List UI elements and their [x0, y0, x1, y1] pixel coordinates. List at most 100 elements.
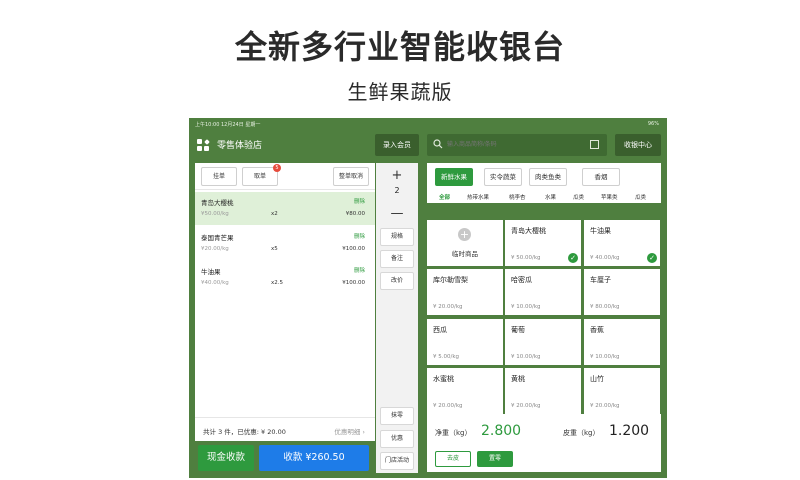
net-weight-value: 2.800: [481, 423, 522, 439]
checkout-button[interactable]: 收款 ¥260.50: [259, 445, 369, 471]
product-search[interactable]: [427, 134, 607, 156]
zero-scale-button[interactable]: 置零: [477, 451, 513, 467]
product-tile[interactable]: 车厘子 ¥ 80.00/kg: [584, 269, 660, 315]
product-name: 车厘子: [590, 276, 611, 284]
delete-item-link[interactable]: 删除: [354, 197, 365, 205]
product-price: ¥ 10.00/kg: [511, 304, 541, 310]
product-name: 库尔勒雪梨: [433, 276, 468, 284]
qty-increase-button[interactable]: +: [376, 167, 418, 185]
product-name: 水蜜桃: [433, 375, 454, 383]
product-tile[interactable]: 葡萄 ¥ 10.00/kg: [505, 319, 581, 365]
retrieve-label: 取单: [253, 173, 266, 180]
store-name: 零售体验店: [217, 141, 263, 151]
add-icon: +: [458, 228, 471, 241]
subtab-fruit[interactable]: 水果: [545, 193, 556, 201]
product-name: 哈密瓜: [511, 276, 532, 284]
product-name: 青岛大樱桃: [511, 227, 546, 235]
product-name: 山竹: [590, 375, 604, 383]
promo-subtitle: 生鲜果蔬版: [347, 80, 453, 104]
store-promo-button[interactable]: 门店活动: [380, 452, 414, 470]
scan-icon[interactable]: [590, 140, 599, 149]
product-name: 香蕉: [590, 326, 604, 334]
product-tile[interactable]: 青岛大樱桃 ¥ 50.00/kg ✓: [505, 220, 581, 266]
product-tile[interactable]: 山竹 ¥ 20.00/kg: [584, 368, 660, 414]
battery-indicator: 96%: [647, 121, 659, 127]
order-item[interactable]: 泰国青芒果 删除 ¥20.00/kg x5 ¥100.00: [195, 227, 375, 260]
status-bar: 上午10:00 12月24日 星期一 96%: [189, 118, 667, 130]
status-time: 上午10:00 12月24日 星期一: [195, 122, 261, 128]
cash-payment-button[interactable]: 现金收款: [198, 445, 254, 471]
product-tile[interactable]: 库尔勒雪梨 ¥ 20.00/kg: [427, 269, 503, 315]
order-item-qty: x2: [271, 211, 278, 217]
order-item-subtotal: ¥100.00: [342, 280, 365, 286]
search-input[interactable]: [447, 134, 587, 156]
round-off-button[interactable]: 抹零: [380, 407, 414, 425]
subtab-stone-fruit[interactable]: 桃李杏: [509, 193, 526, 201]
note-button[interactable]: 备注: [380, 250, 414, 268]
order-item-name: 牛油果: [201, 268, 221, 276]
product-price: ¥ 10.00/kg: [511, 354, 541, 360]
tab-vegetables[interactable]: 实令蔬菜: [484, 168, 522, 186]
order-panel: 挂单 取单 5 整单取消 青岛大樱桃 删除 ¥50.00/kg x2 ¥80.0…: [195, 163, 375, 417]
hold-order-button[interactable]: 挂单: [201, 167, 237, 186]
search-icon: [433, 139, 443, 149]
remove-tare-button[interactable]: 去皮: [435, 451, 471, 467]
order-item-name: 青岛大樱桃: [201, 199, 234, 207]
category-panel: 新鲜水果 实令蔬菜 肉类鱼类 香烟 全部 热带水果 桃李杏 水果 瓜类 苹果类 …: [427, 163, 661, 203]
subtab-tropical[interactable]: 热带水果: [467, 193, 489, 201]
tare-weight-label: 皮重（kg）: [563, 429, 600, 437]
spec-button[interactable]: 规格: [380, 228, 414, 246]
order-item-unit-price: ¥50.00/kg: [201, 211, 229, 217]
delete-item-link[interactable]: 删除: [354, 266, 365, 274]
tare-weight-value: 1.200: [609, 423, 650, 439]
product-name: 牛油果: [590, 227, 611, 235]
product-name: 葡萄: [511, 326, 525, 334]
delete-item-link[interactable]: 删除: [354, 232, 365, 240]
change-price-button[interactable]: 改价: [380, 272, 414, 290]
discount-button[interactable]: 优惠: [380, 430, 414, 448]
tab-fresh-fruit[interactable]: 新鲜水果: [435, 168, 473, 186]
product-tile[interactable]: 水蜜桃 ¥ 20.00/kg: [427, 368, 503, 414]
order-item-qty: x2.5: [271, 280, 284, 286]
product-price: ¥ 20.00/kg: [433, 403, 463, 409]
selected-check-icon: ✓: [568, 253, 578, 263]
product-tile[interactable]: 牛油果 ¥ 40.00/kg ✓: [584, 220, 660, 266]
temp-product-label: 临时商品: [452, 250, 478, 258]
qty-decrease-button[interactable]: —: [376, 205, 418, 223]
qty-value: 2: [394, 186, 400, 195]
order-item-name: 泰国青芒果: [201, 234, 234, 242]
order-item[interactable]: 青岛大樱桃 删除 ¥50.00/kg x2 ¥80.00: [195, 192, 375, 225]
product-price: ¥ 20.00/kg: [433, 304, 463, 310]
tab-meat-fish[interactable]: 肉类鱼类: [529, 168, 567, 186]
order-item[interactable]: 牛油果 删除 ¥40.00/kg x2.5 ¥100.00: [195, 261, 375, 294]
scale-panel: 净重（kg） 2.800 皮重（kg） 1.200 去皮 置零: [427, 414, 661, 472]
product-tile[interactable]: 哈密瓜 ¥ 10.00/kg: [505, 269, 581, 315]
selected-check-icon: ✓: [647, 253, 657, 263]
product-tile[interactable]: 香蕉 ¥ 10.00/kg: [584, 319, 660, 365]
product-price: ¥ 40.00/kg: [590, 255, 620, 261]
temp-product-tile[interactable]: + 临时商品: [427, 220, 503, 266]
tab-cigarettes[interactable]: 香烟: [582, 168, 620, 186]
order-item-subtotal: ¥80.00: [345, 211, 365, 217]
summary-text: 共计 3 件，已优惠: ¥ 20.00: [203, 428, 286, 436]
product-tile[interactable]: 黄桃 ¥ 20.00/kg: [505, 368, 581, 414]
cancel-order-button[interactable]: 整单取消: [333, 167, 369, 186]
subtab-melons[interactable]: 瓜类: [573, 193, 584, 201]
product-price: ¥ 5.00/kg: [433, 354, 460, 360]
top-bar: 零售体验店 录入会员 收银中心: [189, 132, 667, 158]
subtab-apples[interactable]: 苹果类: [601, 193, 618, 201]
pos-tablet-screen: 上午10:00 12月24日 星期一 96% 零售体验店 录入会员 收银中心 挂…: [189, 118, 667, 478]
order-summary: 共计 3 件，已优惠: ¥ 20.00 优惠明细 ›: [195, 417, 375, 441]
enter-member-button[interactable]: 录入会员: [375, 134, 419, 156]
cashier-center-button[interactable]: 收银中心: [615, 134, 661, 156]
grid-icon: [197, 138, 210, 151]
retrieve-order-button[interactable]: 取单 5: [242, 164, 281, 186]
action-column: + 2 — 规格 备注 改价 抹零 优惠 门店活动: [376, 163, 418, 473]
order-item-qty: x5: [271, 246, 278, 252]
subtab-melons-2[interactable]: 瓜类: [635, 193, 646, 201]
order-item-unit-price: ¥40.00/kg: [201, 280, 229, 286]
subtab-all[interactable]: 全部: [439, 193, 450, 201]
net-weight-label: 净重（kg）: [435, 429, 472, 437]
discount-detail-link[interactable]: 优惠明细 ›: [334, 426, 365, 436]
product-tile[interactable]: 西瓜 ¥ 5.00/kg: [427, 319, 503, 365]
